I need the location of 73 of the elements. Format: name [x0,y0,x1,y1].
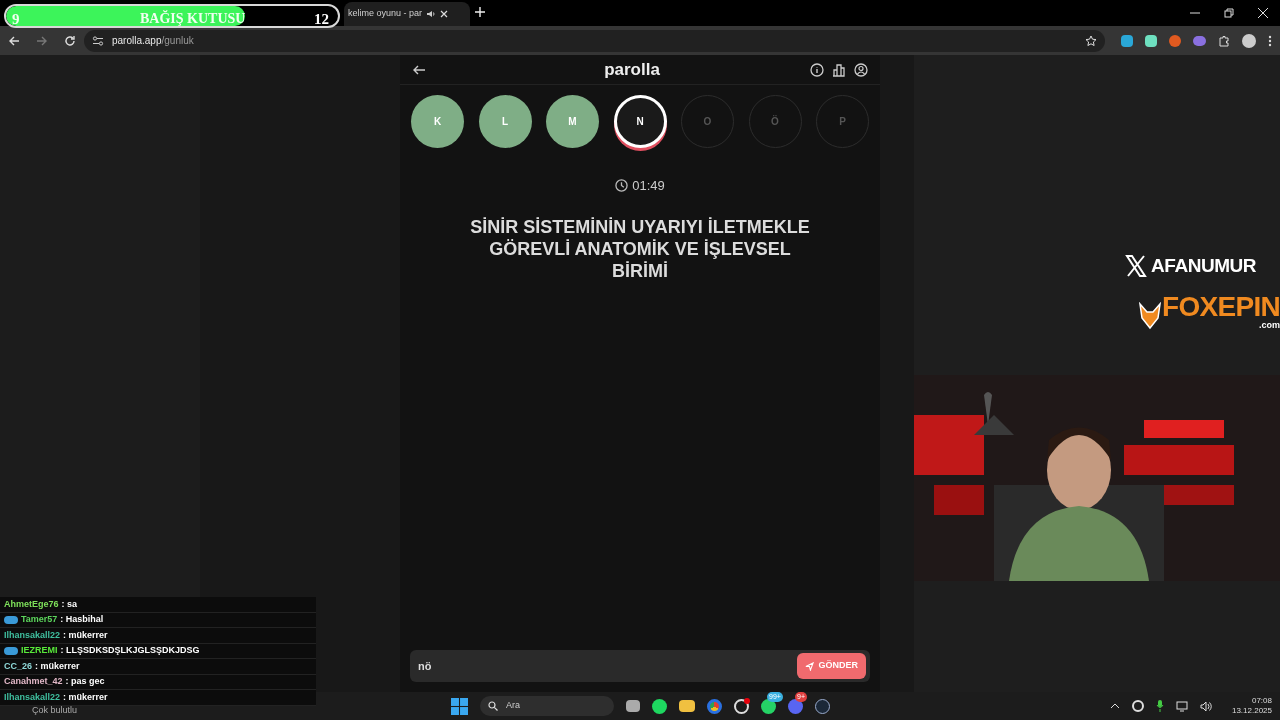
sponsor-logo-text: FOXEPIN [1162,292,1280,321]
sync-icon[interactable] [1131,700,1144,712]
close-icon[interactable] [1258,8,1268,18]
voice-chat-app-icon[interactable] [788,698,803,714]
chat-username: Tamer57 [21,613,58,626]
chat-username: IEZREMI [21,644,58,657]
chat-message: : pas gec [65,675,105,688]
microphone-icon[interactable] [1155,700,1164,712]
clock-time[interactable]: 07:08 [1251,696,1272,706]
chat-message: : LLŞSDKSDŞLKJGLSŞDKJDSG [60,644,200,657]
speaker-icon[interactable] [426,9,437,19]
new-tab-icon[interactable] [475,7,485,17]
info-icon[interactable] [810,62,824,77]
send-icon [805,661,815,671]
donation-goal: 12 [314,10,329,29]
donation-current: 9 [12,10,20,29]
answer-field[interactable]: nö GÖNDER [410,650,870,682]
menu-icon[interactable] [1268,34,1272,47]
chat-message: : sa [61,597,78,611]
profile-avatar[interactable] [1242,33,1256,48]
sponsor-domain: .com [1259,320,1280,330]
chat-badge-icon [4,646,18,655]
extension-icon[interactable] [1121,34,1133,47]
url-path: /gunluk [161,35,194,46]
weather-label: Çok bulutlu [32,704,78,717]
x-logo-icon [1125,255,1148,278]
timer: 01:49 [632,177,665,195]
donation-title: BAĞIŞ KUTUSU [140,9,246,28]
channel-handle: AFANUMUR [1151,254,1256,278]
extension-icon[interactable] [1193,35,1206,46]
browser-tab[interactable]: kelime oyunu - par [344,2,470,26]
close-icon[interactable] [440,10,449,18]
user-icon[interactable] [854,62,868,77]
chat-username: Canahmet_42 [4,675,63,688]
site-settings-icon[interactable] [92,34,104,47]
puzzle-icon[interactable] [1218,34,1230,47]
chat-username: Ilhansakall22 [4,628,61,642]
chevron-up-icon[interactable] [1109,703,1120,709]
folder-icon[interactable] [679,700,695,712]
chat-message: : Hasbihal [60,613,104,626]
star-icon[interactable] [1085,34,1097,47]
address-field[interactable]: parolla.app/gunluk [84,29,1105,52]
back-icon[interactable] [8,34,20,47]
chat-message: : mükerrer [63,628,108,642]
speaker-icon[interactable] [1199,700,1212,712]
chat-app-icon[interactable] [761,698,776,714]
app-title: parolla [604,58,660,81]
question-text: SİNİR SİSTEMİNİN UYARIYI İLETMEKLE GÖREVLİ ANATOMİK VE İŞLEVSEL BİRİMİ [469,215,811,282]
search-field[interactable]: Ara [480,696,614,716]
clock-date[interactable]: 13.12.2025 [1231,706,1272,716]
forward-icon[interactable] [36,34,48,47]
game-launcher-icon[interactable] [815,698,830,714]
monitor-icon[interactable] [1175,700,1188,712]
chat-message: : mükerrer [63,690,108,704]
browser-icon[interactable] [707,698,722,714]
clock-icon [615,179,629,193]
reload-icon[interactable] [64,34,76,47]
bar-chart-icon[interactable] [832,62,846,77]
music-app-icon[interactable] [652,698,667,714]
extension-icon[interactable] [1145,34,1157,47]
chat-username: CC_26 [4,659,32,673]
task-view-icon[interactable] [626,700,640,712]
chat-message: : mükerrer [35,659,80,673]
windows-start-icon[interactable] [451,697,468,715]
app-icon[interactable] [734,698,749,714]
fox-logo-icon [1138,301,1162,330]
chat-username: AhmetEge76 [4,597,59,611]
fox-extension-icon[interactable] [1169,34,1181,47]
restore-icon[interactable] [1224,8,1234,18]
search-icon [488,701,498,711]
chat-badge-icon [4,615,18,624]
url-host: parolla.app [112,35,162,46]
chat-username: Ilhansakall22 [4,690,61,704]
